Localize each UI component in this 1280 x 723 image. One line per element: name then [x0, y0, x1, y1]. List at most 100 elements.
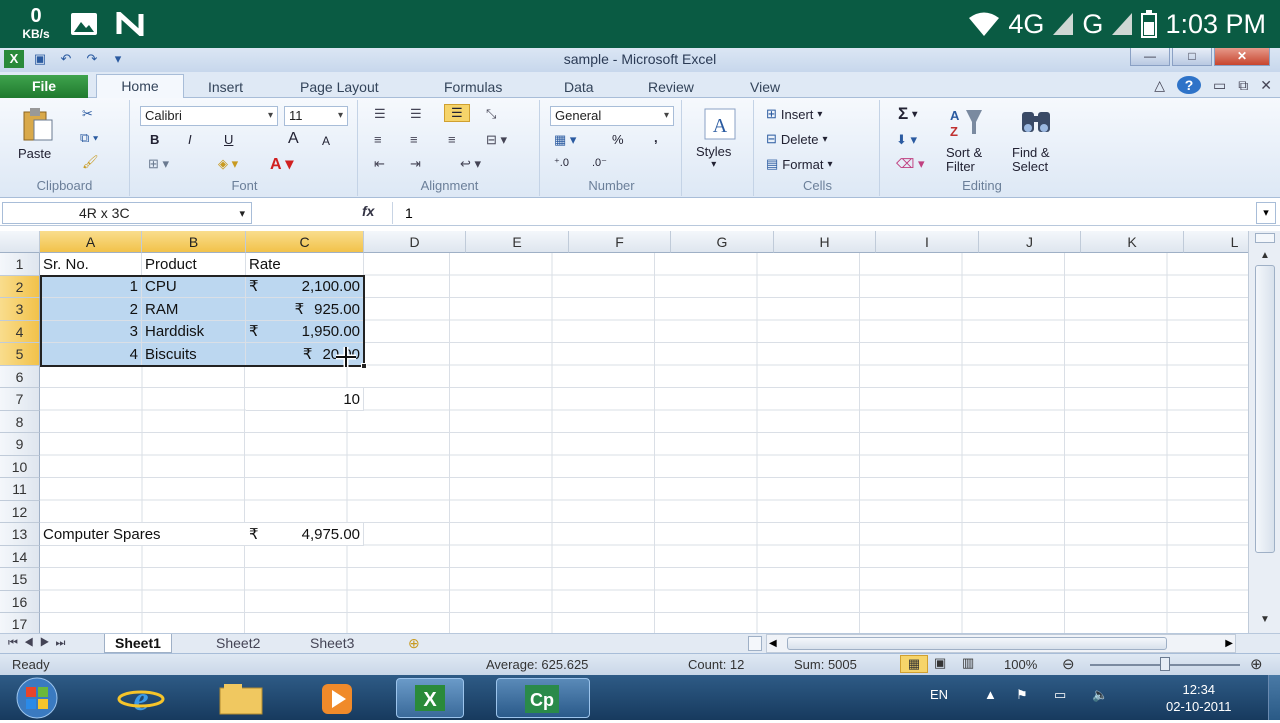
- row-header[interactable]: 12: [0, 501, 40, 523]
- insert-function-button[interactable]: fx: [362, 203, 374, 219]
- formula-input[interactable]: 1: [392, 202, 1252, 224]
- insert-cells-button[interactable]: ⊞ Insert ▾: [766, 106, 822, 122]
- decrease-indent-icon[interactable]: ⇤: [374, 156, 385, 172]
- merge-center-icon[interactable]: ⊟ ▾: [486, 132, 507, 148]
- comma-button[interactable]: ,: [654, 130, 658, 145]
- show-desktop-button[interactable]: [1268, 675, 1280, 720]
- cell-c1[interactable]: Rate: [246, 253, 364, 276]
- column-header-e[interactable]: E: [466, 231, 569, 253]
- cell-b5[interactable]: Biscuits: [142, 343, 246, 366]
- cell-a2[interactable]: 1: [40, 276, 142, 298]
- tab-formulas[interactable]: Formulas: [434, 76, 512, 98]
- sheet-tab-3[interactable]: Sheet3: [300, 634, 364, 653]
- scroll-left-icon[interactable]: ◀: [769, 635, 777, 652]
- taskbar-media-player-icon[interactable]: [306, 678, 368, 718]
- zoom-in-icon[interactable]: ⊕: [1250, 655, 1263, 673]
- row-header[interactable]: 5: [0, 343, 40, 366]
- row-header[interactable]: 13: [0, 523, 40, 546]
- clear-icon[interactable]: ⌫ ▾: [896, 156, 925, 172]
- split-box[interactable]: [1255, 233, 1275, 243]
- cell-a4[interactable]: 3: [40, 321, 142, 343]
- row-header[interactable]: 8: [0, 411, 40, 433]
- close-button[interactable]: ✕: [1214, 48, 1270, 66]
- cell-b1[interactable]: Product: [142, 253, 246, 276]
- paste-button[interactable]: Paste: [18, 146, 51, 161]
- row-header[interactable]: 10: [0, 456, 40, 478]
- row-header[interactable]: 1: [0, 253, 40, 276]
- align-right-icon[interactable]: ≡: [448, 132, 456, 147]
- tab-split-handle[interactable]: [748, 636, 762, 651]
- column-header-l[interactable]: L: [1184, 231, 1248, 253]
- horizontal-scroll-thumb[interactable]: [787, 637, 1167, 650]
- copy-icon[interactable]: ⧉ ▾: [80, 130, 98, 146]
- column-header-i[interactable]: I: [876, 231, 979, 253]
- row-header[interactable]: 11: [0, 478, 40, 501]
- find-select-button[interactable]: Find & Select: [1012, 146, 1050, 174]
- underline-button[interactable]: U: [224, 132, 233, 147]
- cell-c4[interactable]: ₹1,950.00: [246, 321, 364, 343]
- column-header-d[interactable]: D: [364, 231, 466, 253]
- bold-button[interactable]: B: [150, 132, 159, 147]
- align-center-icon[interactable]: ≡: [410, 132, 418, 147]
- insert-sheet-icon[interactable]: ⊕: [398, 634, 430, 653]
- row-header[interactable]: 14: [0, 546, 40, 568]
- page-layout-view-icon[interactable]: ▣: [934, 655, 946, 671]
- cell-a3[interactable]: 2: [40, 298, 142, 321]
- doc-restore-icon[interactable]: ⧉: [1238, 77, 1248, 94]
- paste-icon[interactable]: [20, 106, 56, 142]
- wrap-text-icon[interactable]: ↩ ▾: [460, 156, 481, 172]
- cell-c13[interactable]: ₹4,975.00: [246, 523, 364, 546]
- name-box[interactable]: 4R x 3C: [2, 202, 252, 224]
- column-header-k[interactable]: K: [1081, 231, 1184, 253]
- sheet-tab-1[interactable]: Sheet1: [104, 634, 172, 653]
- row-header[interactable]: 16: [0, 591, 40, 613]
- row-header[interactable]: 2: [0, 276, 40, 298]
- tab-page-layout[interactable]: Page Layout: [290, 76, 389, 98]
- scroll-down-icon[interactable]: ▼: [1255, 613, 1275, 627]
- page-break-view-icon[interactable]: ▥: [962, 655, 974, 671]
- vertical-scroll-thumb[interactable]: [1255, 265, 1275, 553]
- cell-b3[interactable]: RAM: [142, 298, 246, 321]
- font-size-select[interactable]: 11: [284, 106, 348, 126]
- tab-insert[interactable]: Insert: [198, 76, 253, 98]
- cell-a13[interactable]: Computer Spares: [40, 523, 246, 546]
- autosum-button[interactable]: Σ ▾: [898, 104, 917, 124]
- sort-filter-icon[interactable]: AZ: [948, 104, 984, 140]
- font-color-icon[interactable]: A ▾: [270, 154, 293, 174]
- sort-filter-button[interactable]: Sort & Filter: [946, 146, 982, 174]
- cell-b4[interactable]: Harddisk: [142, 321, 246, 343]
- styles-button[interactable]: Styles ▾: [696, 144, 731, 170]
- row-header[interactable]: 3: [0, 298, 40, 321]
- tab-review[interactable]: Review: [638, 76, 704, 98]
- row-header[interactable]: 7: [0, 388, 40, 411]
- cell-a5[interactable]: 4: [40, 343, 142, 366]
- delete-cells-button[interactable]: ⊟ Delete ▾: [766, 131, 828, 147]
- tab-file[interactable]: File: [0, 75, 88, 98]
- column-header-g[interactable]: G: [671, 231, 774, 253]
- align-bottom-icon[interactable]: ☰: [444, 104, 470, 122]
- zoom-out-icon[interactable]: ⊖: [1062, 655, 1075, 673]
- select-all-corner[interactable]: [0, 231, 40, 253]
- align-middle-icon[interactable]: ☰: [410, 106, 422, 122]
- taskbar-ie-icon[interactable]: e: [110, 678, 172, 718]
- action-center-icon[interactable]: ⚑: [1016, 687, 1028, 703]
- cell-c3[interactable]: ₹925.00: [246, 298, 364, 321]
- column-header-f[interactable]: F: [569, 231, 671, 253]
- decrease-decimal-icon[interactable]: .0⁻: [592, 156, 607, 169]
- row-header[interactable]: 17: [0, 613, 40, 633]
- horizontal-scrollbar[interactable]: ◀ ▶: [766, 634, 1236, 653]
- minimize-ribbon-icon[interactable]: △: [1154, 77, 1165, 94]
- taskbar-clock[interactable]: 12:34 02-10-2011: [1166, 681, 1232, 715]
- accounting-format-icon[interactable]: ▦ ▾: [554, 132, 576, 148]
- column-header-b[interactable]: B: [142, 231, 246, 253]
- italic-button[interactable]: I: [188, 132, 192, 147]
- tray-arrow-icon[interactable]: ▲: [984, 687, 997, 702]
- fill-handle[interactable]: [361, 363, 367, 369]
- find-select-icon[interactable]: [1018, 104, 1054, 140]
- cell-c7[interactable]: 10: [246, 388, 364, 411]
- row-header[interactable]: 6: [0, 366, 40, 388]
- align-left-icon[interactable]: ≡: [374, 132, 382, 147]
- fill-icon[interactable]: ⬇ ▾: [896, 132, 917, 148]
- increase-decimal-icon[interactable]: ⁺.0: [554, 156, 569, 169]
- normal-view-icon[interactable]: ▦: [900, 655, 928, 673]
